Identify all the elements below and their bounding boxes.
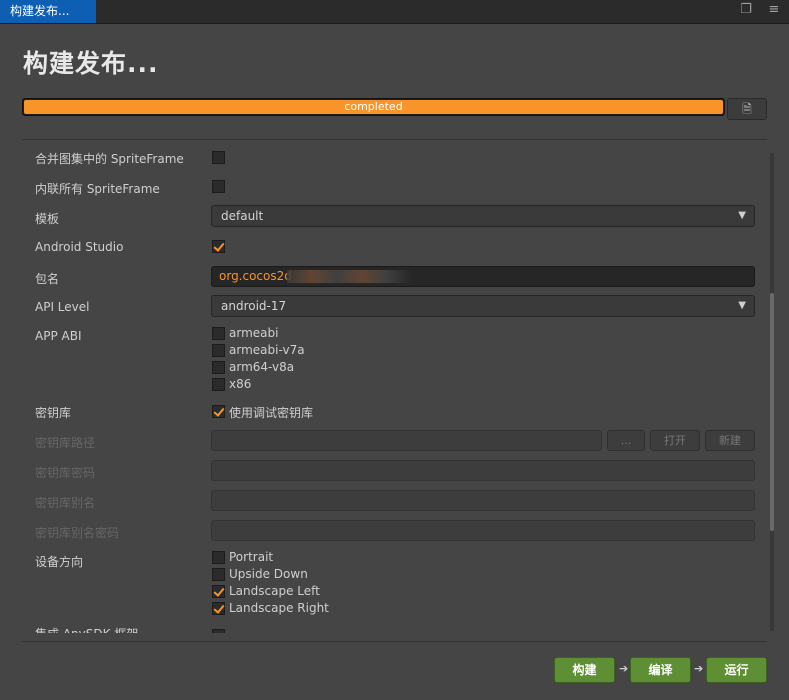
keystore-path-row: ... 打开 新建 xyxy=(211,430,755,451)
abi-arm64-v8a-checkbox[interactable] xyxy=(212,361,225,374)
use-debug-keystore-label: 使用调试密钥库 xyxy=(229,406,314,420)
abi-armeabi-checkbox[interactable] xyxy=(212,327,225,340)
api-level-value: android-17 xyxy=(221,299,287,313)
compile-button[interactable]: 编译 xyxy=(630,657,691,683)
keystore-label: 密钥库 xyxy=(35,406,72,420)
orientation-landscape-left-label: Landscape Left xyxy=(229,584,320,598)
orientation-portrait-checkbox[interactable] xyxy=(212,551,225,564)
template-select[interactable]: default ▼ xyxy=(211,205,755,227)
arrow-right-icon: ➔ xyxy=(619,662,629,675)
keystore-path-label: 密钥库路径 xyxy=(35,436,96,450)
inline-spriteframe-checkbox[interactable] xyxy=(212,180,225,193)
package-name-label: 包名 xyxy=(35,272,60,286)
progress-status: completed xyxy=(344,100,403,113)
orientation-portrait-label: Portrait xyxy=(229,550,274,564)
new-keystore-button[interactable]: 新建 xyxy=(705,430,755,451)
open-log-button[interactable]: 🗎 xyxy=(727,98,767,120)
orientation-landscape-right-checkbox[interactable] xyxy=(212,602,225,615)
settings-panel: 合并图集中的 SpriteFrame 内联所有 SpriteFrame 模板 d… xyxy=(22,140,767,633)
anysdk-label: 集成 AnySDK 框架 xyxy=(35,625,138,633)
abi-armeabi-v7a-checkbox[interactable] xyxy=(212,344,225,357)
orientation-label: 设备方向 xyxy=(35,555,84,569)
keystore-password-input[interactable] xyxy=(211,460,755,481)
package-name-value: org.cocos2d xyxy=(219,269,292,283)
keystore-alias-password-label: 密钥库别名密码 xyxy=(35,526,120,540)
inline-spriteframe-label: 内联所有 SpriteFrame xyxy=(35,182,160,196)
divider xyxy=(22,641,767,642)
tab-build-publish[interactable]: 构建发布... xyxy=(0,0,97,23)
dropdown-arrow-icon: ▼ xyxy=(738,300,746,311)
merge-spriteframe-checkbox[interactable] xyxy=(212,151,225,164)
orientation-landscape-right-label: Landscape Right xyxy=(229,601,329,615)
browse-button[interactable]: ... xyxy=(607,430,645,451)
android-studio-label: Android Studio xyxy=(35,240,124,254)
redacted-blur xyxy=(287,270,412,283)
menu-icon[interactable]: ≡ xyxy=(767,3,781,17)
keystore-path-input[interactable] xyxy=(211,430,602,451)
run-button[interactable]: 运行 xyxy=(706,657,767,683)
scrollbar[interactable] xyxy=(770,153,774,631)
keystore-alias-password-input[interactable] xyxy=(211,520,755,541)
api-level-label: API Level xyxy=(35,300,90,314)
dropdown-arrow-icon: ▼ xyxy=(738,210,746,221)
page-title: 构建发布... xyxy=(23,49,159,78)
abi-armeabi-label: armeabi xyxy=(229,326,279,340)
keystore-alias-input[interactable] xyxy=(211,490,755,511)
keystore-alias-label: 密钥库别名 xyxy=(35,496,96,510)
build-button[interactable]: 构建 xyxy=(554,657,615,683)
api-level-select[interactable]: android-17 ▼ xyxy=(211,295,755,317)
abi-arm64-v8a-label: arm64-v8a xyxy=(229,360,295,374)
orientation-upside-down-label: Upside Down xyxy=(229,567,308,581)
abi-armeabi-v7a-label: armeabi-v7a xyxy=(229,343,305,357)
template-value: default xyxy=(221,209,264,223)
arrow-right-icon: ➔ xyxy=(694,662,704,675)
android-studio-checkbox[interactable] xyxy=(212,240,225,253)
abi-x86-checkbox[interactable] xyxy=(212,378,225,391)
open-button[interactable]: 打开 xyxy=(650,430,700,451)
template-label: 模板 xyxy=(35,212,60,226)
app-abi-label: APP ABI xyxy=(35,329,82,343)
anysdk-checkbox[interactable] xyxy=(212,629,225,633)
orientation-upside-down-checkbox[interactable] xyxy=(212,568,225,581)
keystore-password-label: 密钥库密码 xyxy=(35,466,96,480)
package-name-input[interactable]: org.cocos2d xyxy=(211,266,755,287)
merge-spriteframe-label: 合并图集中的 SpriteFrame xyxy=(35,152,184,166)
build-progress-bar: completed xyxy=(22,98,725,116)
scroll-thumb[interactable] xyxy=(770,293,774,531)
document-icon: 🗎 xyxy=(742,102,752,116)
use-debug-keystore-checkbox[interactable] xyxy=(212,405,225,418)
restore-icon[interactable]: ❐ xyxy=(739,3,753,17)
abi-x86-label: x86 xyxy=(229,377,252,391)
window-controls: ❐ ≡ xyxy=(739,3,781,17)
orientation-landscape-left-checkbox[interactable] xyxy=(212,585,225,598)
tab-bar: 构建发布... ❐ ≡ xyxy=(0,0,789,24)
